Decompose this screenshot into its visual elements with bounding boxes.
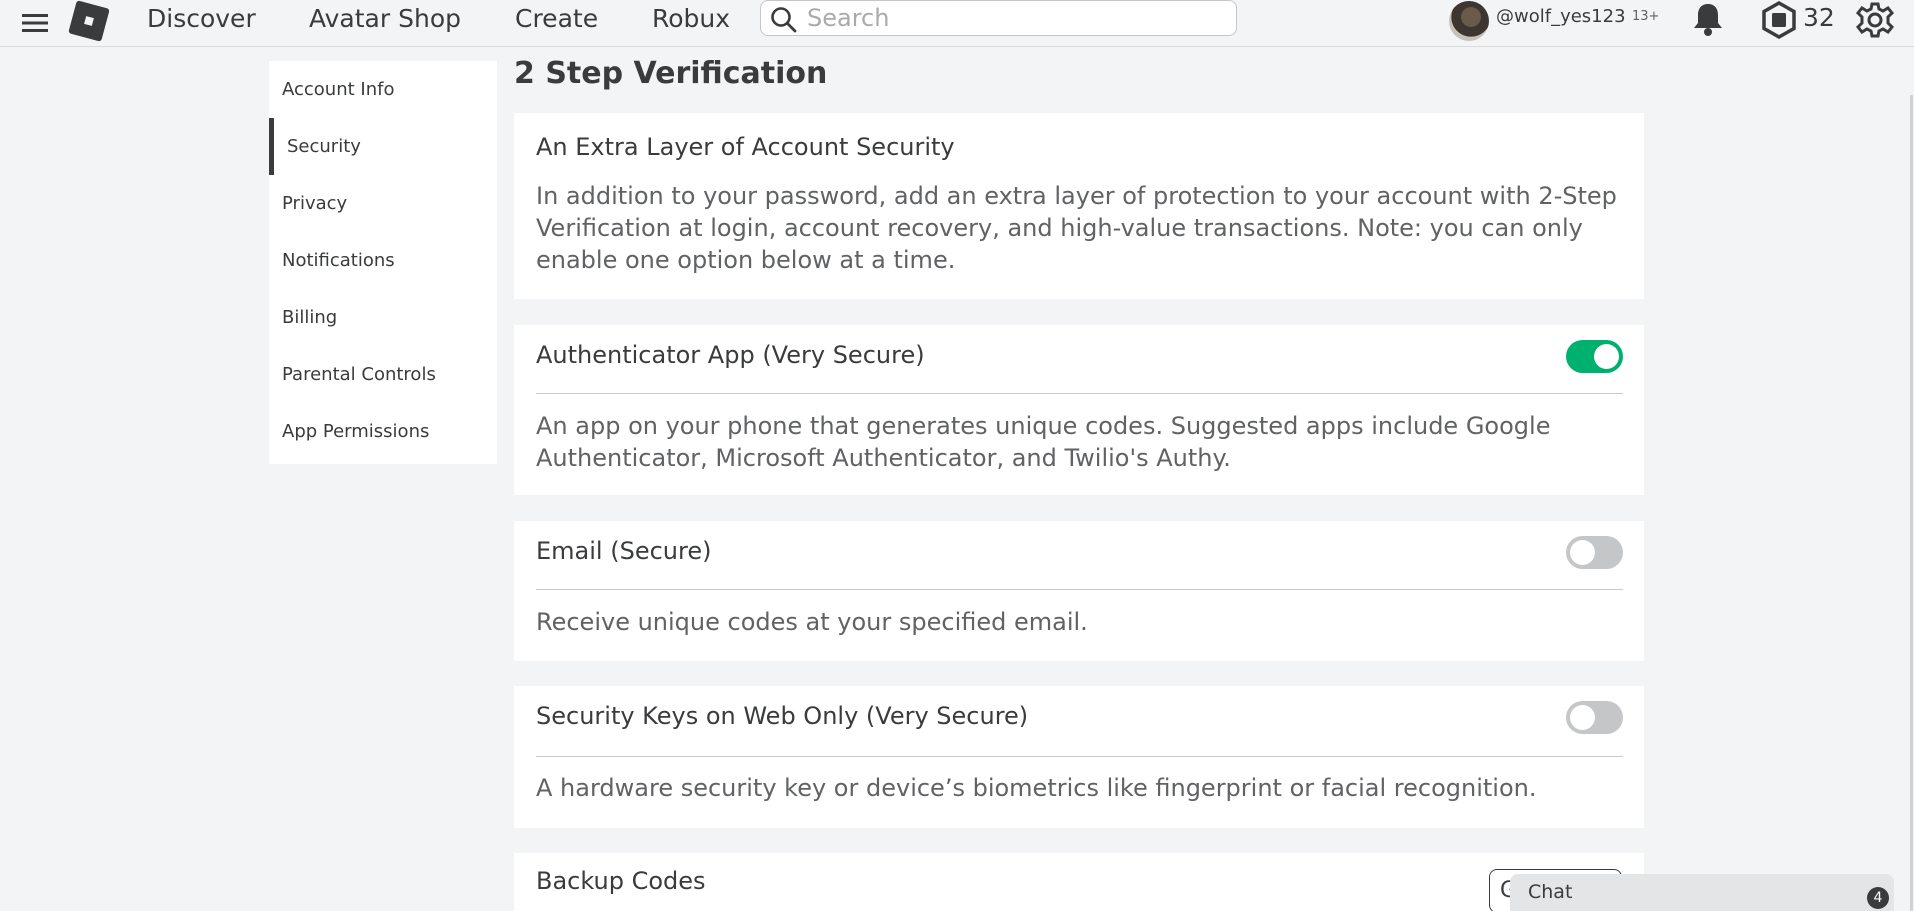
age-label: 13+ bbox=[1632, 9, 1660, 24]
intro-card: An Extra Layer of Account Security In ad… bbox=[514, 113, 1644, 299]
sidebar-item-security[interactable]: Security bbox=[269, 118, 497, 175]
scrollbar[interactable] bbox=[1910, 95, 1913, 911]
authenticator-description: An app on your phone that generates uniq… bbox=[536, 412, 1551, 472]
intro-text: In addition to your password, add an ext… bbox=[536, 182, 1617, 274]
security-keys-heading: Security Keys on Web Only (Very Secure) bbox=[536, 702, 1029, 730]
authenticator-toggle[interactable] bbox=[1566, 340, 1623, 373]
backup-codes-heading: Backup Codes bbox=[536, 867, 706, 895]
sidebar-item-account-info[interactable]: Account Info bbox=[269, 61, 497, 118]
sidebar-item-parental-controls[interactable]: Parental Controls bbox=[269, 346, 497, 403]
email-heading: Email (Secure) bbox=[536, 537, 712, 565]
chat-label: Chat bbox=[1528, 881, 1573, 903]
nav-avatar-shop[interactable]: Avatar Shop bbox=[309, 4, 461, 33]
authenticator-card: Authenticator App (Very Secure) An app o… bbox=[514, 325, 1644, 495]
robux-icon[interactable] bbox=[1760, 1, 1798, 39]
search-input[interactable] bbox=[807, 3, 1227, 33]
nav-create[interactable]: Create bbox=[515, 4, 598, 33]
username[interactable]: @wolf_yes123 bbox=[1496, 6, 1626, 27]
toggle-knob bbox=[1594, 344, 1619, 369]
sidebar-item-billing[interactable]: Billing bbox=[269, 289, 497, 346]
email-toggle[interactable] bbox=[1566, 536, 1623, 569]
roblox-logo[interactable] bbox=[68, 0, 110, 42]
sidebar-item-notifications[interactable]: Notifications bbox=[269, 232, 497, 289]
search-icon bbox=[771, 7, 797, 33]
avatar[interactable] bbox=[1449, 1, 1489, 41]
email-card: Email (Secure) Receive unique codes at y… bbox=[514, 521, 1644, 661]
robux-count[interactable]: 32 bbox=[1803, 3, 1835, 32]
page-title: 2 Step Verification bbox=[514, 56, 828, 91]
authenticator-heading: Authenticator App (Very Secure) bbox=[536, 341, 925, 369]
sidebar-item-privacy[interactable]: Privacy bbox=[269, 175, 497, 232]
menu-icon[interactable] bbox=[20, 8, 50, 38]
security-keys-toggle[interactable] bbox=[1566, 701, 1623, 734]
settings-sidebar: Account Info Security Privacy Notificati… bbox=[269, 61, 497, 464]
intro-heading: An Extra Layer of Account Security bbox=[536, 133, 955, 161]
nav-discover[interactable]: Discover bbox=[147, 4, 256, 33]
divider bbox=[536, 393, 1623, 394]
divider bbox=[536, 756, 1623, 757]
chat-bar[interactable]: Chat 4 bbox=[1510, 874, 1894, 911]
gear-icon[interactable] bbox=[1855, 0, 1895, 40]
nav-robux[interactable]: Robux bbox=[652, 4, 730, 33]
email-description: Receive unique codes at your specified e… bbox=[536, 608, 1088, 636]
top-navigation-bar: Discover Avatar Shop Create Robux @wolf_… bbox=[0, 0, 1914, 47]
divider bbox=[536, 589, 1623, 590]
backup-codes-card: Backup Codes G bbox=[514, 853, 1644, 911]
toggle-knob bbox=[1570, 540, 1595, 565]
security-keys-description: A hardware security key or device’s biom… bbox=[536, 774, 1537, 802]
bell-icon[interactable] bbox=[1690, 0, 1726, 38]
security-keys-card: Security Keys on Web Only (Very Secure) … bbox=[514, 686, 1644, 828]
search-box[interactable] bbox=[760, 0, 1237, 36]
sidebar-item-app-permissions[interactable]: App Permissions bbox=[269, 403, 497, 460]
chat-unread-badge: 4 bbox=[1867, 887, 1889, 909]
toggle-knob bbox=[1570, 705, 1595, 730]
